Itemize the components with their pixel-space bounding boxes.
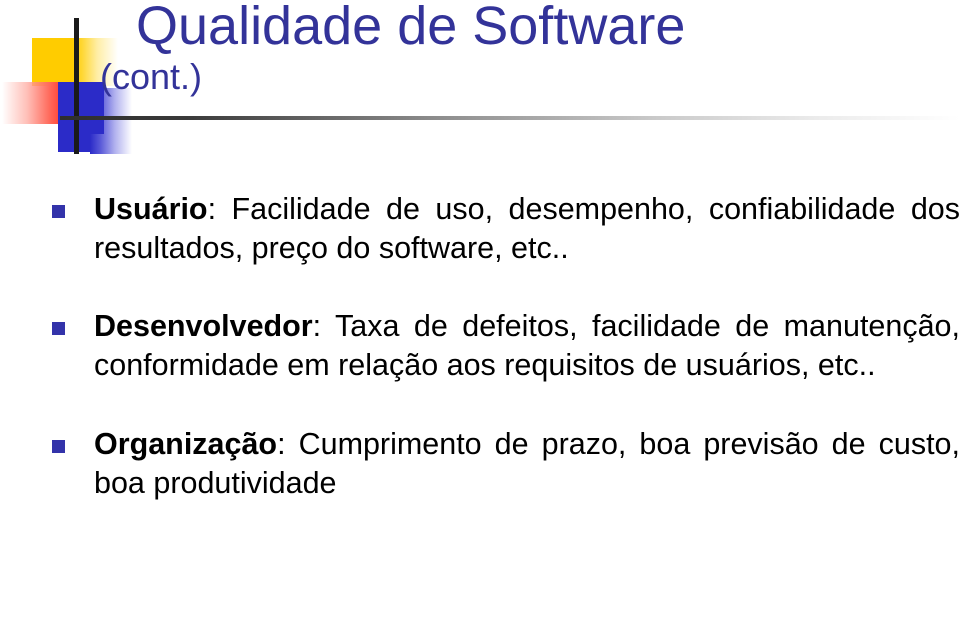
bullet-square-icon: [52, 322, 65, 336]
logo-vertical-bar: [74, 18, 79, 154]
list-item: Organização: Cumprimento de prazo, boa p…: [48, 425, 960, 502]
slide-subtitle: (cont.): [100, 56, 203, 97]
bullet-separator: :: [312, 309, 336, 344]
list-item: Desenvolvedor: Taxa de defeitos, facilid…: [48, 307, 960, 384]
bullet-square-icon: [52, 205, 65, 218]
bullet-list: Usuário: Facilidade de uso, desempenho, …: [48, 190, 960, 502]
bullet-separator: :: [277, 426, 299, 461]
logo-yellow-square: [32, 38, 72, 86]
list-item: Usuário: Facilidade de uso, desempenho, …: [48, 190, 960, 267]
bullet-separator: :: [207, 192, 232, 226]
bullet-lead: Usuário: [94, 192, 208, 226]
bullet-square-icon: [52, 439, 65, 453]
slide: Qualidade de Software (cont.) Usuário: F…: [0, 0, 960, 638]
bullet-lead: Organização: [94, 426, 278, 461]
bullet-lead: Desenvolvedor: [94, 309, 313, 344]
header-divider: [60, 116, 960, 120]
slide-title: Qualidade de Software: [136, 0, 686, 56]
